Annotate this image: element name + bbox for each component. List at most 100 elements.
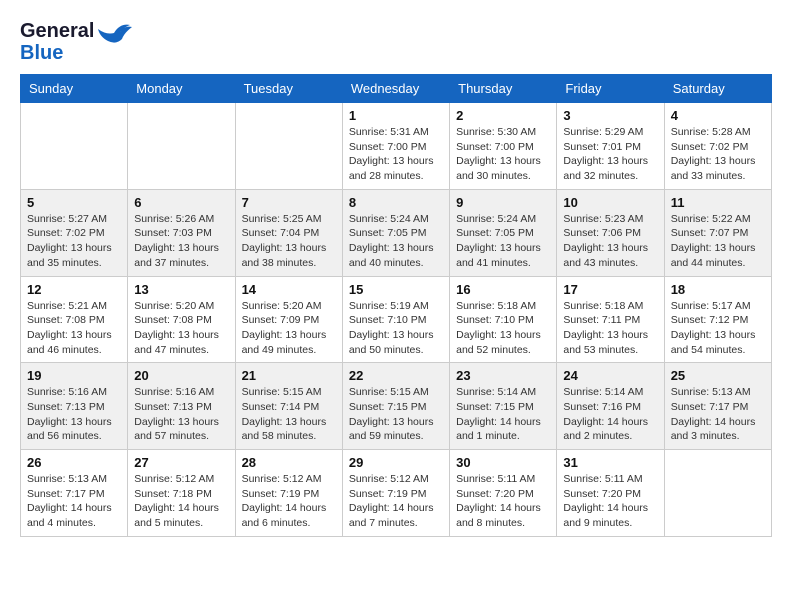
daylight-text: Daylight: 14 hours and 1 minute. (456, 416, 541, 443)
daylight-text: Daylight: 13 hours and 47 minutes. (134, 329, 219, 356)
logo-bird-icon (96, 19, 132, 55)
sunrise-text: Sunrise: 5:25 AM (242, 213, 322, 225)
sunrise-text: Sunrise: 5:26 AM (134, 213, 214, 225)
sunset-text: Sunset: 7:02 PM (27, 227, 105, 239)
sunset-text: Sunset: 7:10 PM (349, 314, 427, 326)
daylight-text: Daylight: 13 hours and 59 minutes. (349, 416, 434, 443)
calendar-header-monday: Monday (128, 75, 235, 103)
day-number: 8 (349, 195, 443, 210)
calendar-cell: 4 Sunrise: 5:28 AM Sunset: 7:02 PM Dayli… (664, 103, 771, 190)
sunrise-text: Sunrise: 5:15 AM (242, 386, 322, 398)
sunset-text: Sunset: 7:08 PM (27, 314, 105, 326)
calendar-cell: 23 Sunrise: 5:14 AM Sunset: 7:15 PM Dayl… (450, 363, 557, 450)
daylight-text: Daylight: 13 hours and 50 minutes. (349, 329, 434, 356)
daylight-text: Daylight: 14 hours and 6 minutes. (242, 502, 327, 529)
calendar-cell: 28 Sunrise: 5:12 AM Sunset: 7:19 PM Dayl… (235, 450, 342, 537)
daylight-text: Daylight: 14 hours and 2 minutes. (563, 416, 648, 443)
sunset-text: Sunset: 7:07 PM (671, 227, 749, 239)
day-number: 22 (349, 368, 443, 383)
calendar-cell: 21 Sunrise: 5:15 AM Sunset: 7:14 PM Dayl… (235, 363, 342, 450)
day-info: Sunrise: 5:13 AM Sunset: 7:17 PM Dayligh… (27, 472, 121, 531)
calendar-week-row: 1 Sunrise: 5:31 AM Sunset: 7:00 PM Dayli… (21, 103, 772, 190)
day-number: 25 (671, 368, 765, 383)
sunset-text: Sunset: 7:11 PM (563, 314, 640, 326)
day-number: 4 (671, 108, 765, 123)
sunrise-text: Sunrise: 5:11 AM (563, 473, 642, 485)
day-number: 16 (456, 282, 550, 297)
day-number: 13 (134, 282, 228, 297)
sunset-text: Sunset: 7:17 PM (671, 401, 749, 413)
calendar-cell: 10 Sunrise: 5:23 AM Sunset: 7:06 PM Dayl… (557, 189, 664, 276)
day-info: Sunrise: 5:15 AM Sunset: 7:14 PM Dayligh… (242, 385, 336, 444)
sunrise-text: Sunrise: 5:18 AM (563, 300, 643, 312)
calendar-week-row: 12 Sunrise: 5:21 AM Sunset: 7:08 PM Dayl… (21, 276, 772, 363)
daylight-text: Daylight: 14 hours and 3 minutes. (671, 416, 756, 443)
sunrise-text: Sunrise: 5:14 AM (563, 386, 643, 398)
logo-blue: Blue (20, 42, 94, 64)
sunrise-text: Sunrise: 5:17 AM (671, 300, 751, 312)
day-info: Sunrise: 5:12 AM Sunset: 7:19 PM Dayligh… (349, 472, 443, 531)
day-number: 7 (242, 195, 336, 210)
day-info: Sunrise: 5:20 AM Sunset: 7:08 PM Dayligh… (134, 299, 228, 358)
day-number: 17 (563, 282, 657, 297)
day-info: Sunrise: 5:23 AM Sunset: 7:06 PM Dayligh… (563, 212, 657, 271)
day-info: Sunrise: 5:18 AM Sunset: 7:11 PM Dayligh… (563, 299, 657, 358)
sunrise-text: Sunrise: 5:24 AM (349, 213, 429, 225)
daylight-text: Daylight: 13 hours and 30 minutes. (456, 155, 541, 182)
sunrise-text: Sunrise: 5:12 AM (349, 473, 429, 485)
sunrise-text: Sunrise: 5:30 AM (456, 126, 536, 138)
day-info: Sunrise: 5:12 AM Sunset: 7:18 PM Dayligh… (134, 472, 228, 531)
day-number: 1 (349, 108, 443, 123)
sunset-text: Sunset: 7:05 PM (349, 227, 427, 239)
daylight-text: Daylight: 14 hours and 4 minutes. (27, 502, 112, 529)
calendar-cell: 27 Sunrise: 5:12 AM Sunset: 7:18 PM Dayl… (128, 450, 235, 537)
calendar-cell: 29 Sunrise: 5:12 AM Sunset: 7:19 PM Dayl… (342, 450, 449, 537)
calendar-header-wednesday: Wednesday (342, 75, 449, 103)
daylight-text: Daylight: 13 hours and 49 minutes. (242, 329, 327, 356)
sunrise-text: Sunrise: 5:13 AM (671, 386, 751, 398)
sunset-text: Sunset: 7:16 PM (563, 401, 641, 413)
day-number: 26 (27, 455, 121, 470)
daylight-text: Daylight: 13 hours and 28 minutes. (349, 155, 434, 182)
day-info: Sunrise: 5:18 AM Sunset: 7:10 PM Dayligh… (456, 299, 550, 358)
day-info: Sunrise: 5:14 AM Sunset: 7:15 PM Dayligh… (456, 385, 550, 444)
sunset-text: Sunset: 7:00 PM (456, 141, 534, 153)
calendar-header-friday: Friday (557, 75, 664, 103)
daylight-text: Daylight: 13 hours and 41 minutes. (456, 242, 541, 269)
day-info: Sunrise: 5:22 AM Sunset: 7:07 PM Dayligh… (671, 212, 765, 271)
sunrise-text: Sunrise: 5:15 AM (349, 386, 429, 398)
day-number: 18 (671, 282, 765, 297)
calendar-cell: 17 Sunrise: 5:18 AM Sunset: 7:11 PM Dayl… (557, 276, 664, 363)
sunset-text: Sunset: 7:13 PM (134, 401, 212, 413)
day-info: Sunrise: 5:26 AM Sunset: 7:03 PM Dayligh… (134, 212, 228, 271)
sunrise-text: Sunrise: 5:11 AM (456, 473, 535, 485)
calendar-cell: 8 Sunrise: 5:24 AM Sunset: 7:05 PM Dayli… (342, 189, 449, 276)
calendar-week-row: 26 Sunrise: 5:13 AM Sunset: 7:17 PM Dayl… (21, 450, 772, 537)
calendar-cell: 9 Sunrise: 5:24 AM Sunset: 7:05 PM Dayli… (450, 189, 557, 276)
sunrise-text: Sunrise: 5:18 AM (456, 300, 536, 312)
calendar-cell (664, 450, 771, 537)
sunset-text: Sunset: 7:17 PM (27, 488, 105, 500)
calendar-cell: 31 Sunrise: 5:11 AM Sunset: 7:20 PM Dayl… (557, 450, 664, 537)
day-info: Sunrise: 5:24 AM Sunset: 7:05 PM Dayligh… (349, 212, 443, 271)
sunset-text: Sunset: 7:18 PM (134, 488, 212, 500)
calendar-cell: 6 Sunrise: 5:26 AM Sunset: 7:03 PM Dayli… (128, 189, 235, 276)
calendar-week-row: 19 Sunrise: 5:16 AM Sunset: 7:13 PM Dayl… (21, 363, 772, 450)
calendar-cell: 20 Sunrise: 5:16 AM Sunset: 7:13 PM Dayl… (128, 363, 235, 450)
sunrise-text: Sunrise: 5:24 AM (456, 213, 536, 225)
daylight-text: Daylight: 13 hours and 58 minutes. (242, 416, 327, 443)
day-number: 9 (456, 195, 550, 210)
daylight-text: Daylight: 13 hours and 40 minutes. (349, 242, 434, 269)
day-number: 27 (134, 455, 228, 470)
day-info: Sunrise: 5:29 AM Sunset: 7:01 PM Dayligh… (563, 125, 657, 184)
sunset-text: Sunset: 7:14 PM (242, 401, 320, 413)
day-number: 29 (349, 455, 443, 470)
calendar-cell (235, 103, 342, 190)
day-number: 19 (27, 368, 121, 383)
logo-general: General (20, 20, 94, 42)
sunset-text: Sunset: 7:19 PM (242, 488, 320, 500)
page-header: General Blue (20, 20, 772, 64)
calendar-cell: 22 Sunrise: 5:15 AM Sunset: 7:15 PM Dayl… (342, 363, 449, 450)
day-number: 6 (134, 195, 228, 210)
calendar-cell: 30 Sunrise: 5:11 AM Sunset: 7:20 PM Dayl… (450, 450, 557, 537)
